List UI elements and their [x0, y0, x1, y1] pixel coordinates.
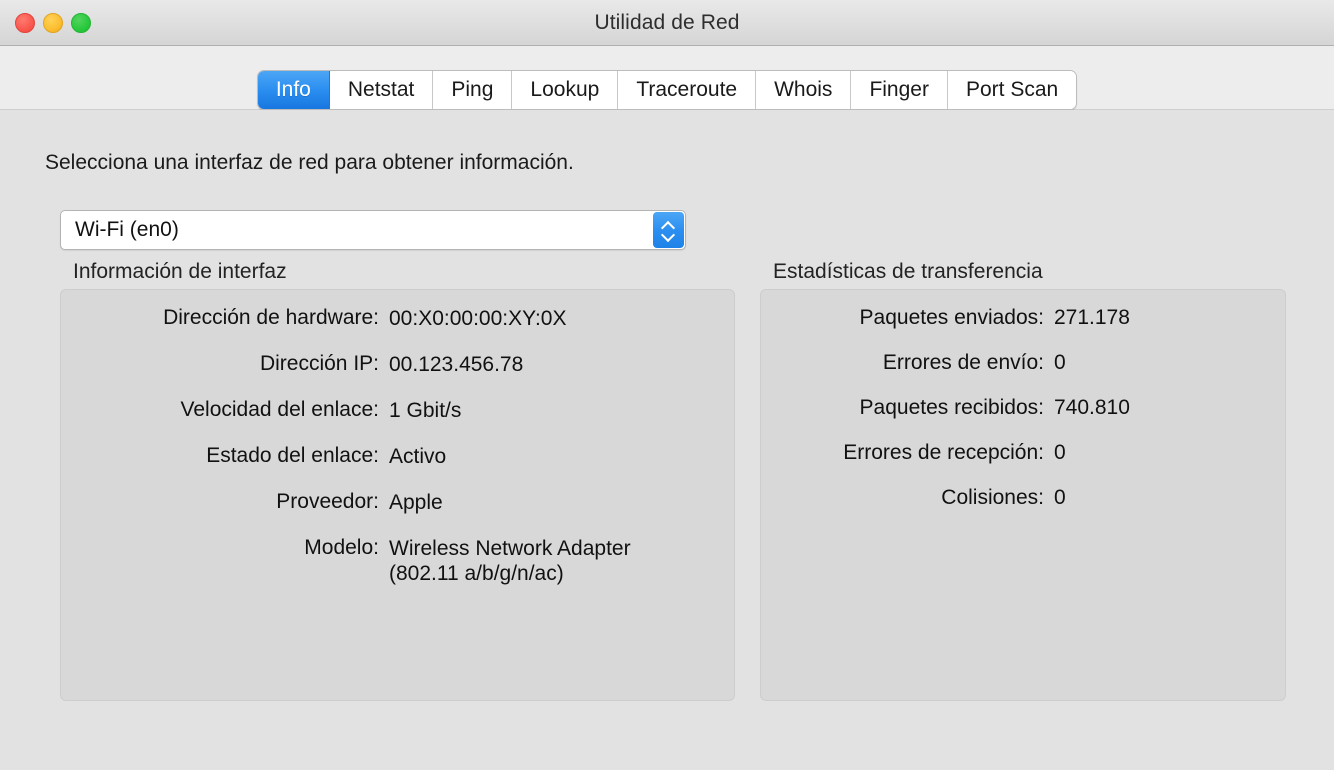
info-value-ip-address: 00.123.456.78 [389, 353, 524, 376]
tab-whois[interactable]: Whois [756, 71, 852, 109]
stats-label-collisions: Colisiones: [941, 486, 1044, 509]
tab-list: Info Netstat Ping Lookup Traceroute Whoi… [256, 70, 1078, 110]
info-label-model: Modelo: [304, 536, 379, 559]
transfer-stats-title: Estadísticas de transferencia [773, 260, 1043, 283]
interface-info-title: Información de interfaz [73, 260, 287, 283]
info-row-link-speed: Velocidad del enlace: 1 Gbit/s [61, 398, 734, 423]
info-label-vendor: Proveedor: [276, 490, 379, 513]
info-row-hardware-address: Dirección de hardware: 00:X0:00:00:XY:0X [61, 306, 734, 331]
tab-netstat-label: Netstat [347, 78, 415, 101]
info-row-ip-address: Dirección IP: 00.123.456.78 [61, 352, 734, 377]
stats-row-send-errors: Errores de envío: 0 [761, 351, 1285, 375]
tab-port-scan[interactable]: Port Scan [947, 71, 1077, 109]
stats-value-send-errors: 0 [1054, 351, 1066, 374]
transfer-stats-box: Paquetes enviados: 271.178 Errores de en… [760, 289, 1286, 701]
interface-select-value: Wi-Fi (en0) [75, 218, 179, 241]
stats-value-collisions: 0 [1054, 486, 1066, 509]
tab-strip: Info Netstat Ping Lookup Traceroute Whoi… [0, 46, 1334, 110]
info-row-link-status: Estado del enlace: Activo [61, 444, 734, 469]
transfer-stats-group: Estadísticas de transferencia Paquetes e… [760, 260, 1286, 701]
stats-row-packets-received: Paquetes recibidos: 740.810 [761, 396, 1285, 420]
stats-label-receive-errors: Errores de recepción: [843, 441, 1044, 464]
info-row-vendor: Proveedor: Apple [61, 490, 734, 515]
stats-label-packets-received: Paquetes recibidos: [859, 396, 1044, 419]
window-title: Utilidad de Red [594, 10, 740, 34]
stats-value-packets-sent: 271.178 [1054, 306, 1130, 329]
tab-traceroute-label: Traceroute [636, 78, 738, 101]
info-value-vendor: Apple [389, 491, 443, 514]
stats-label-packets-sent: Paquetes enviados: [859, 306, 1044, 329]
interface-select-stepper[interactable] [653, 212, 684, 248]
tab-ping-label: Ping [451, 78, 494, 101]
info-value-model: Wireless Network Adapter (802.11 a/b/g/n… [389, 537, 631, 585]
tab-finger-label: Finger [869, 78, 929, 101]
info-value-hardware-address: 00:X0:00:00:XY:0X [389, 307, 567, 330]
stats-label-send-errors: Errores de envío: [882, 351, 1044, 374]
interface-select[interactable]: Wi-Fi (en0) [60, 210, 686, 250]
interface-info-box: Dirección de hardware: 00:X0:00:00:XY:0X… [60, 289, 735, 701]
title-bar: Utilidad de Red [0, 0, 1334, 46]
stats-row-packets-sent: Paquetes enviados: 271.178 [761, 306, 1285, 330]
tab-finger[interactable]: Finger [851, 71, 948, 109]
instruction-text: Selecciona una interfaz de red para obte… [45, 151, 574, 174]
tab-netstat[interactable]: Netstat [329, 71, 434, 109]
interface-info-group: Información de interfaz Dirección de har… [60, 260, 735, 701]
info-label-ip-address: Dirección IP: [259, 352, 379, 375]
tab-lookup-label: Lookup [530, 78, 600, 101]
tab-whois-label: Whois [774, 78, 833, 101]
info-label-link-status: Estado del enlace: [206, 444, 379, 467]
tab-info[interactable]: Info [257, 71, 330, 109]
tab-lookup[interactable]: Lookup [512, 71, 619, 109]
stats-value-receive-errors: 0 [1054, 441, 1066, 464]
tab-traceroute[interactable]: Traceroute [618, 71, 757, 109]
stats-row-collisions: Colisiones: 0 [761, 486, 1285, 510]
stats-value-packets-received: 740.810 [1054, 396, 1130, 419]
network-utility-window: Utilidad de Red Info Netstat Ping Lookup… [0, 0, 1334, 770]
info-label-link-speed: Velocidad del enlace: [180, 398, 380, 421]
info-label-hardware-address: Dirección de hardware: [163, 306, 379, 329]
chevron-down-icon [662, 232, 675, 239]
info-value-link-speed: 1 Gbit/s [389, 399, 462, 422]
info-tab-content: Selecciona una interfaz de red para obte… [0, 110, 1334, 770]
stats-row-receive-errors: Errores de recepción: 0 [761, 441, 1285, 465]
tab-ping[interactable]: Ping [433, 71, 513, 109]
minimize-button[interactable] [43, 12, 63, 33]
zoom-button[interactable] [71, 12, 91, 33]
window-controls [15, 12, 91, 33]
close-button[interactable] [15, 12, 35, 33]
tab-info-label: Info [275, 78, 311, 101]
info-row-model: Modelo: Wireless Network Adapter (802.11… [61, 536, 734, 586]
tab-port-scan-label: Port Scan [965, 78, 1059, 101]
info-value-link-status: Activo [389, 445, 447, 468]
